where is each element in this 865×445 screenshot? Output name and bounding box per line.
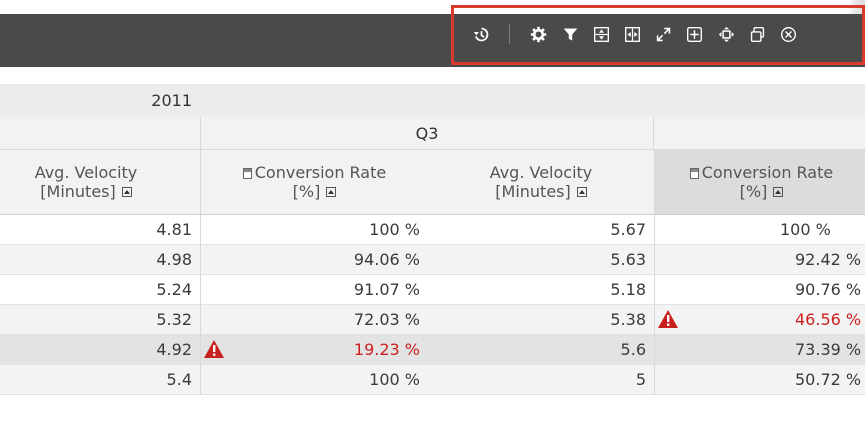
swap-vertical-icon[interactable] <box>590 23 612 45</box>
swap-horizontal-icon[interactable] <box>621 23 643 45</box>
table-row: 4.81 100 % 5.67 100 % <box>0 215 865 245</box>
table-row: 5.24 91.07 % 5.18 90.76 % <box>0 275 865 305</box>
cell-conversion-rate: 73.39 % <box>795 340 862 359</box>
cell-conversion-rate: 92.42 % <box>795 250 862 269</box>
sort-icon[interactable] <box>773 186 784 197</box>
cell-avg-velocity: 4.92 <box>156 340 192 359</box>
column-header-line2: [Minutes] <box>495 182 571 201</box>
cell-avg-velocity: 5.38 <box>610 310 646 329</box>
column-divider <box>200 215 201 395</box>
year-label: 2011 <box>151 91 192 110</box>
warning-icon <box>658 310 678 328</box>
sort-icon[interactable] <box>576 186 587 197</box>
column-header-line2: [%] <box>292 182 321 201</box>
cell-conversion-rate: 100 % <box>780 220 831 239</box>
quarter-label: Q3 <box>200 117 654 149</box>
column-header-line1: Conversion Rate <box>254 163 387 182</box>
calculator-icon <box>242 168 252 179</box>
cell-conversion-rate: 90.76 % <box>795 280 862 299</box>
sort-icon[interactable] <box>326 186 337 197</box>
column-header-avg-velocity[interactable]: Avg. Velocity [Minutes] <box>0 150 200 214</box>
cell-avg-velocity: 5.24 <box>156 280 192 299</box>
cell-avg-velocity: 5.6 <box>620 340 646 359</box>
column-header-conversion-rate[interactable]: Conversion Rate [%] <box>200 150 428 214</box>
cell-conversion-rate: 46.56 % <box>795 310 862 329</box>
cell-avg-velocity: 5.67 <box>610 220 646 239</box>
column-header-line2: [%] <box>739 182 768 201</box>
close-icon[interactable] <box>777 23 799 45</box>
table-row: 5.32 72.03 % 5.38 46.56 % <box>0 305 865 335</box>
cell-avg-velocity: 4.81 <box>156 220 192 239</box>
add-icon[interactable] <box>683 23 705 45</box>
filter-icon[interactable] <box>559 23 581 45</box>
quarter-header-row: Q3 <box>0 117 865 150</box>
copy-icon[interactable] <box>746 23 768 45</box>
cell-conversion-rate: 100 % <box>369 220 420 239</box>
expand-icon[interactable] <box>652 23 674 45</box>
table-row: 4.92 19.23 % 5.6 73.39 % <box>0 335 865 365</box>
cell-conversion-rate: 100 % <box>369 370 420 389</box>
sort-icon[interactable] <box>121 186 132 197</box>
cell-avg-velocity: 5.32 <box>156 310 192 329</box>
cell-conversion-rate: 50.72 % <box>795 370 862 389</box>
calculator-icon <box>689 168 699 179</box>
cell-avg-velocity: 5.63 <box>610 250 646 269</box>
column-header-line1: Avg. Velocity <box>489 163 593 182</box>
measure-header-row: Avg. Velocity [Minutes] Conversion Rate … <box>0 150 865 215</box>
cell-avg-velocity: 5.18 <box>610 280 646 299</box>
column-header-line2: [Minutes] <box>40 182 116 201</box>
cell-avg-velocity: 5.4 <box>166 370 192 389</box>
settings-gear-icon[interactable] <box>527 23 549 45</box>
table-row: 5.4 100 % 5 50.72 % <box>0 365 865 395</box>
column-header-conversion-rate[interactable]: Conversion Rate [%] <box>654 150 865 214</box>
cell-conversion-rate: 19.23 % <box>353 340 420 359</box>
cell-conversion-rate: 91.07 % <box>353 280 420 299</box>
cell-avg-velocity: 4.98 <box>156 250 192 269</box>
column-header-avg-velocity[interactable]: Avg. Velocity [Minutes] <box>428 150 654 214</box>
toolbar-separator <box>509 24 510 44</box>
column-divider <box>654 215 655 395</box>
table-row: 4.98 94.06 % 5.63 92.42 % <box>0 245 865 275</box>
cell-conversion-rate: 72.03 % <box>353 310 420 329</box>
column-header-line1: Conversion Rate <box>701 163 834 182</box>
cell-conversion-rate: 94.06 % <box>353 250 420 269</box>
year-header-row: 2011 <box>0 84 865 118</box>
history-icon[interactable] <box>470 23 492 45</box>
cell-avg-velocity: 5 <box>635 370 646 389</box>
move-icon[interactable] <box>715 23 737 45</box>
column-header-line1: Avg. Velocity <box>34 163 138 182</box>
